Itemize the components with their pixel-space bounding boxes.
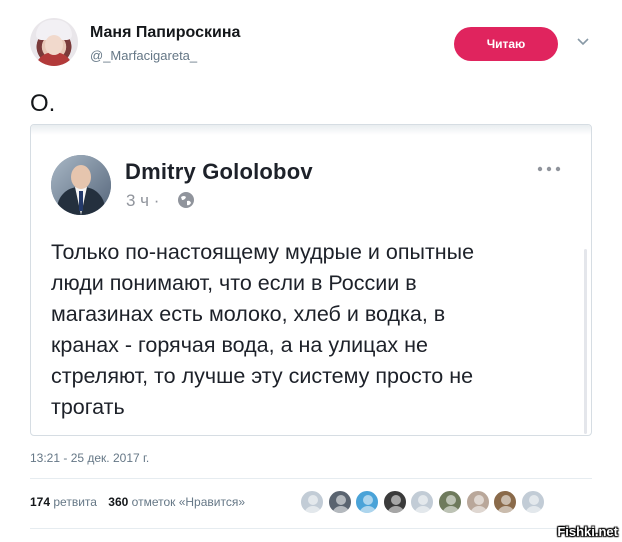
quoted-screenshot[interactable]: Dmitry Gololobov 3 ч · Только по-настоящ… <box>30 124 592 436</box>
liker-avatar[interactable] <box>520 490 545 514</box>
divider <box>30 478 592 479</box>
post-text-line: Только по-настоящему мудрые и опытные <box>51 240 475 264</box>
tweet-timestamp[interactable]: 13:21 - 25 дек. 2017 г. <box>30 451 149 465</box>
likes-stat[interactable]: 360 отметок «Нравится» <box>108 495 245 509</box>
more-options-icon <box>537 166 561 172</box>
retweets-label: ретвита <box>53 495 97 509</box>
post-text-line: трогать <box>51 395 125 419</box>
liker-avatar[interactable] <box>355 490 380 514</box>
post-text-line: кранах - горячая вода, а на улицах не <box>51 333 428 357</box>
liker-avatar[interactable] <box>493 490 518 514</box>
retweets-count: 174 <box>30 495 51 509</box>
author-handle[interactable]: @_Marfacigareta_ <box>90 48 197 63</box>
tweet-stats: 174 ретвита 360 отметок «Нравится» <box>30 495 253 509</box>
tweet-text: О. <box>30 90 56 117</box>
post-text: Только по-настоящему мудрые и опытные лю… <box>51 237 581 423</box>
post-author-name: Dmitry Gololobov <box>125 159 313 184</box>
card-top-edge <box>31 125 591 135</box>
likes-label: отметок «Нравится» <box>131 495 246 509</box>
post-time: 3 ч · <box>126 191 160 210</box>
author-avatar[interactable] <box>30 18 78 66</box>
tweet-header: Маня Папироскина @_Marfacigareta_ Читаю <box>30 18 592 74</box>
liker-avatar[interactable] <box>382 490 407 514</box>
likes-count: 360 <box>108 495 129 509</box>
post-text-line: стреляют, то лучше эту систему просто не <box>51 364 474 388</box>
divider <box>30 528 592 529</box>
retweets-stat[interactable]: 174 ретвита <box>30 495 97 509</box>
following-button[interactable]: Читаю <box>454 27 558 61</box>
liker-avatar[interactable] <box>465 490 490 514</box>
globe-icon <box>178 192 194 208</box>
author-name[interactable]: Маня Папироскина <box>90 24 240 42</box>
chevron-down-icon[interactable] <box>576 34 590 48</box>
liker-avatars <box>300 490 548 514</box>
post-text-line: люди понимают, что если в России в <box>51 271 417 295</box>
watermark: Fishki.net <box>557 524 618 539</box>
scrollbar <box>584 249 587 434</box>
liker-avatar[interactable] <box>410 490 435 514</box>
liker-avatar[interactable] <box>327 490 352 514</box>
post-text-line: магазинах есть молоко, хлеб и водка, в <box>51 302 446 326</box>
liker-avatar[interactable] <box>300 490 324 514</box>
post-author-avatar <box>51 155 111 215</box>
liker-avatar[interactable] <box>437 490 462 514</box>
